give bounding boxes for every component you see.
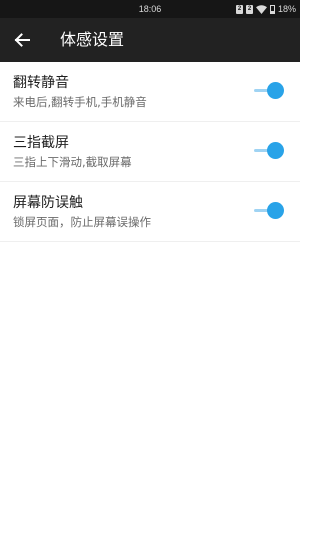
wifi-icon [255,4,267,14]
toggle-thumb [267,142,284,159]
setting-title: 屏幕防误触 [13,195,83,211]
setting-description: 锁屏页面，防止屏幕误操作 [13,215,151,229]
page-title: 体感设置 [60,30,125,49]
sim2-icon: 2 [245,4,253,14]
sim1-icon: 2 [235,4,243,14]
setting-description: 三指上下滑动,截取屏幕 [13,155,132,169]
battery-level [270,11,274,13]
battery-icon [269,4,275,14]
battery-percent: 18% [277,4,296,14]
back-button[interactable] [8,26,36,54]
setting-row-flip-mute[interactable]: 翻转静音 来电后,翻转手机,手机静音 [0,62,300,122]
setting-row-accidental-touch[interactable]: 屏幕防误触 锁屏页面，防止屏幕误操作 [0,182,300,242]
flip-mute-toggle[interactable] [254,81,284,101]
toggle-thumb [267,202,284,219]
setting-description: 来电后,翻转手机,手机静音 [13,95,147,109]
three-finger-screenshot-toggle[interactable] [254,141,284,161]
toggle-thumb [267,82,284,99]
arrow-left-icon [14,33,30,47]
app-bar: 体感设置 [0,18,300,62]
accidental-touch-toggle[interactable] [254,201,284,221]
settings-list: 翻转静音 来电后,翻转手机,手机静音 三指截屏 三指上下滑动,截取屏幕 屏幕防误… [0,62,300,242]
setting-title: 翻转静音 [13,75,69,91]
setting-row-three-finger-screenshot[interactable]: 三指截屏 三指上下滑动,截取屏幕 [0,122,300,182]
status-bar: 18:06 2 2 18% [0,0,300,18]
setting-title: 三指截屏 [13,135,69,151]
status-icons: 2 2 18% [235,0,296,18]
